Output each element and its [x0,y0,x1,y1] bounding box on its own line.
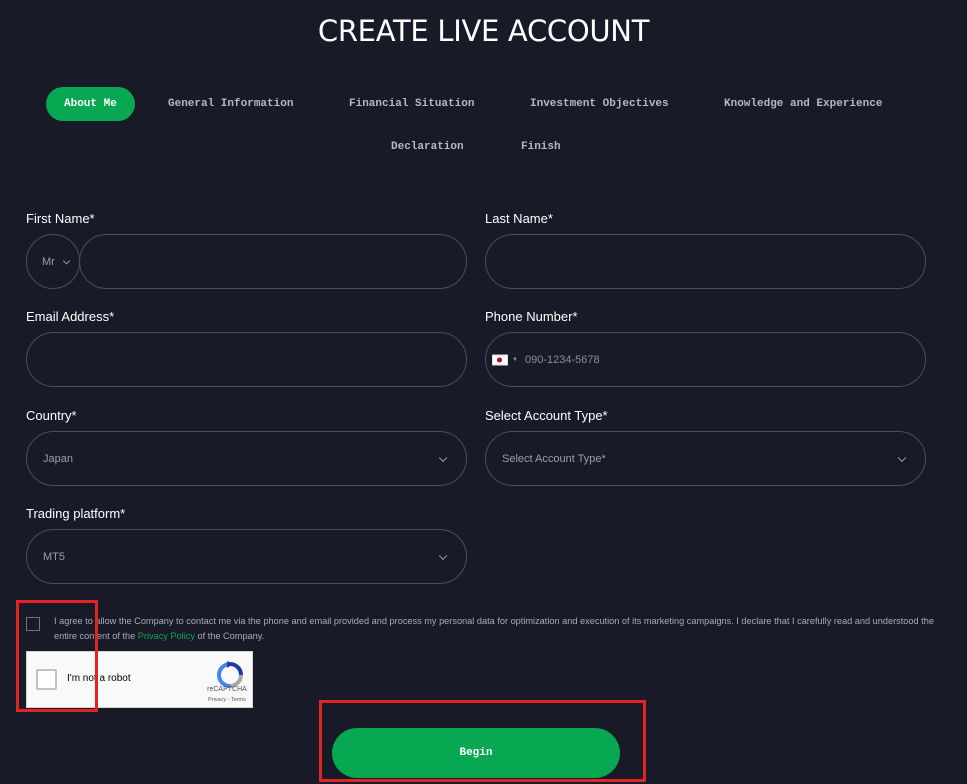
title-select[interactable]: Mr [26,234,80,289]
recaptcha-widget: I'm not a robot reCAPTCHA Privacy - Term… [26,651,253,708]
chevron-down-icon [438,551,448,560]
first-name-label: First Name* [26,211,95,226]
recaptcha-checkbox[interactable] [36,669,57,690]
caret-down-icon: ▼ [512,356,518,363]
chevron-down-icon [897,453,907,462]
first-name-field[interactable] [79,234,467,289]
email-field[interactable] [26,332,467,387]
page-title: CREATE LIVE ACCOUNT [317,14,650,48]
step-investment-objectives[interactable]: Investment Objectives [530,98,669,110]
begin-button[interactable]: Begin [332,728,620,778]
japan-flag-icon[interactable] [492,354,508,365]
email-label: Email Address* [26,309,115,324]
country-select-value: Japan [43,452,73,465]
email-input[interactable] [27,333,466,386]
recaptcha-terms[interactable]: Privacy - Terms [199,697,255,703]
chevron-down-icon [62,256,71,265]
phone-field[interactable]: ▼ [485,332,926,387]
consent-checkbox[interactable] [26,617,40,631]
last-name-field[interactable] [485,234,926,289]
account-type-select-value: Select Account Type* [502,452,606,465]
chevron-down-icon [438,453,448,462]
account-type-label: Select Account Type* [485,408,608,423]
step-declaration[interactable]: Declaration [391,141,464,153]
platform-label: Trading platform* [26,506,126,521]
title-select-value: Mr [42,255,55,268]
recaptcha-label: I'm not a robot [67,673,131,684]
step-general-information[interactable]: General Information [168,98,293,110]
country-select[interactable]: Japan [26,431,467,486]
country-label: Country* [26,408,77,423]
account-type-select[interactable]: Select Account Type* [485,431,926,486]
recaptcha-logo-icon [217,661,243,688]
phone-input[interactable] [486,333,925,386]
last-name-label: Last Name* [485,211,553,226]
first-name-input[interactable] [80,235,466,288]
phone-label: Phone Number* [485,309,578,324]
last-name-input[interactable] [486,235,925,288]
step-about-me[interactable]: About Me [46,87,135,121]
platform-select-value: MT5 [43,550,65,563]
step-financial-situation[interactable]: Financial Situation [349,98,474,110]
platform-select[interactable]: MT5 [26,529,467,584]
privacy-policy-link[interactable]: Privacy Policy [138,631,195,641]
consent-text-after: of the Company. [194,631,265,641]
recaptcha-brand: reCAPTCHA [207,686,247,693]
step-finish[interactable]: Finish [521,141,561,153]
step-knowledge-and-experience[interactable]: Knowledge and Experience [724,98,882,110]
consent-text: I agree to allow the Company to contact … [54,614,934,644]
